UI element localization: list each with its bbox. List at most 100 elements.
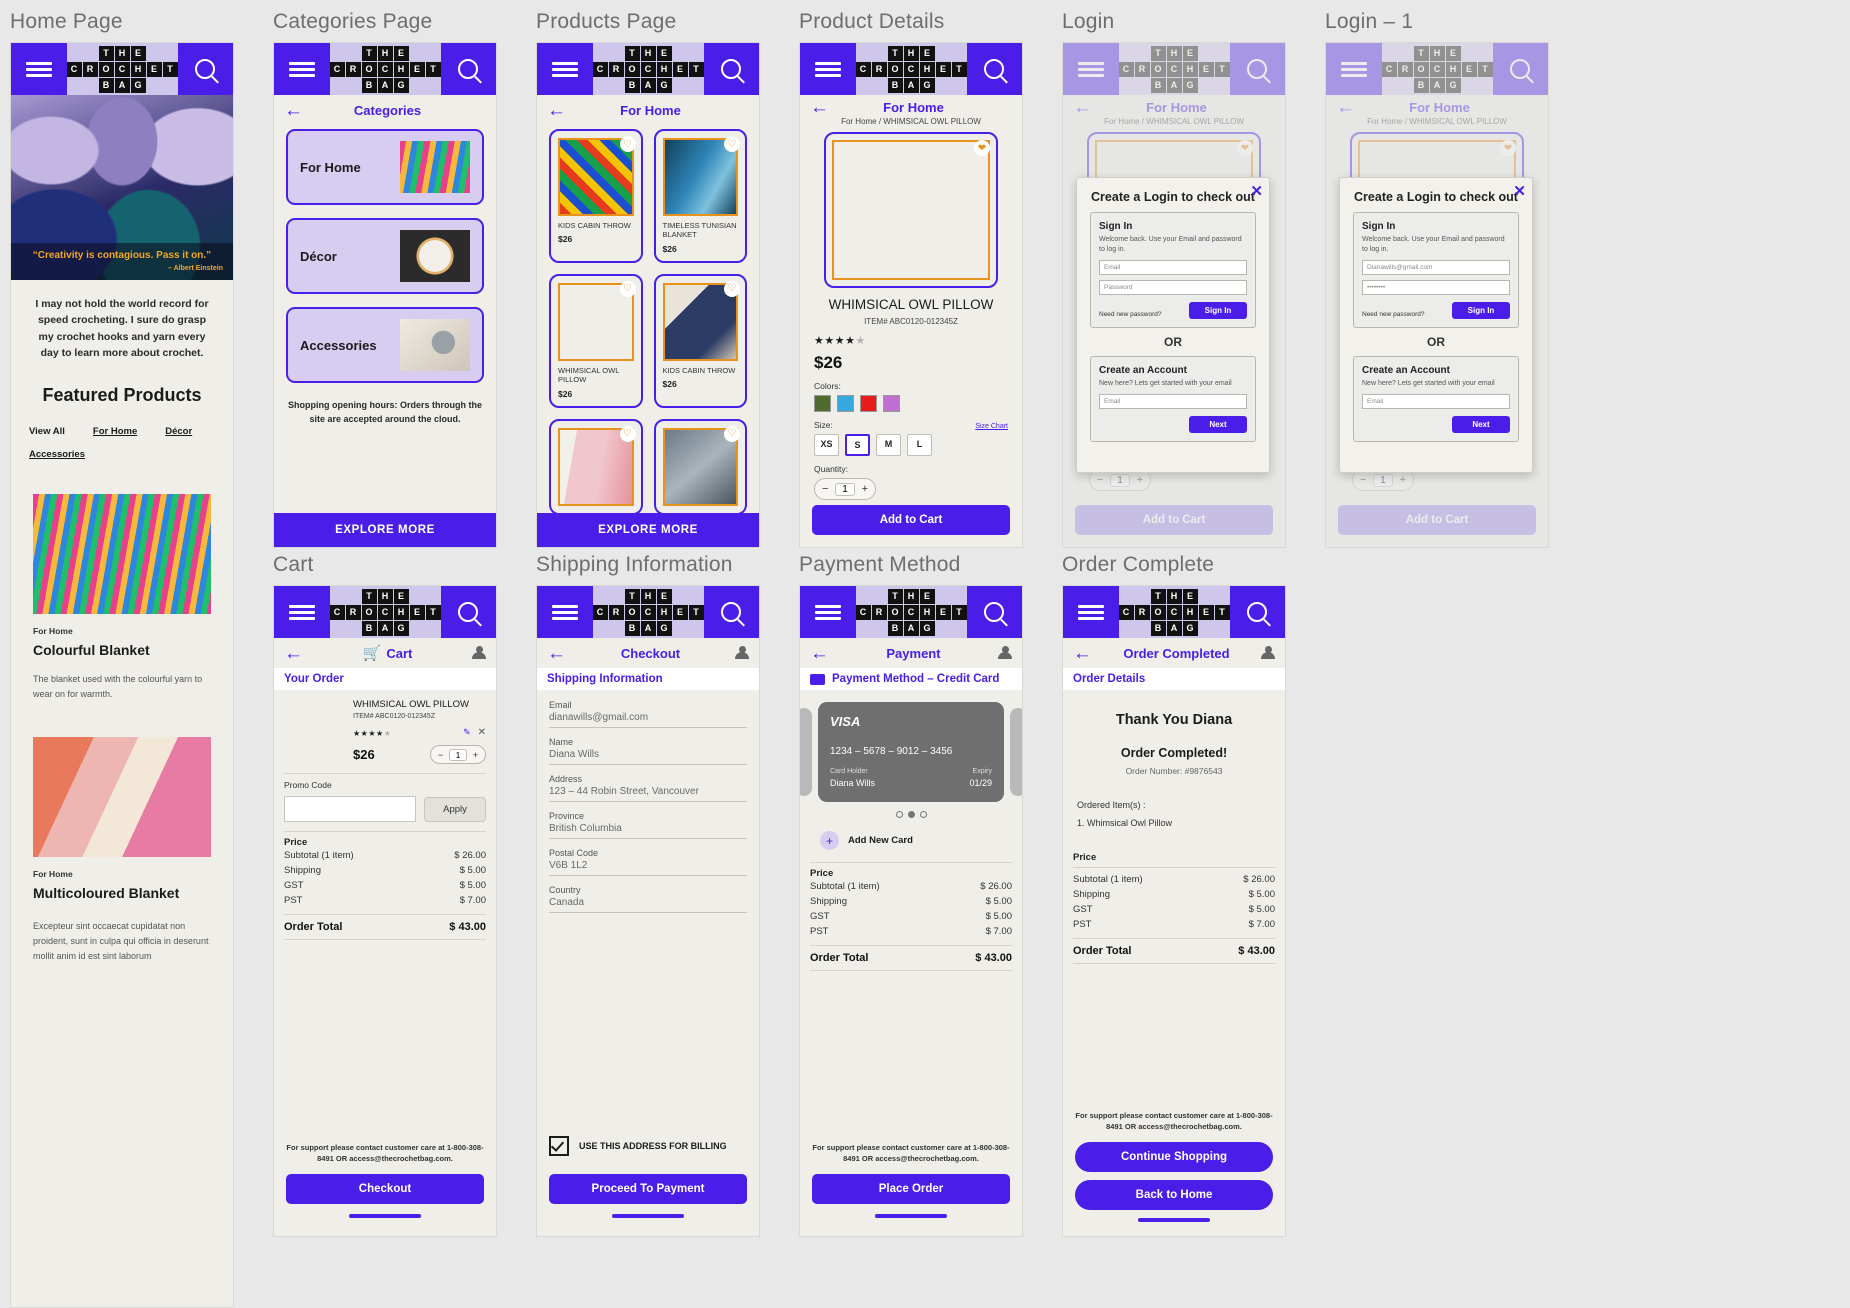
next-button[interactable]: Next: [1452, 416, 1510, 434]
add-to-cart-button[interactable]: Add to Cart: [812, 505, 1010, 535]
quantity-increment[interactable]: +: [862, 483, 868, 495]
favorite-icon[interactable]: ❤: [974, 140, 990, 156]
card-next[interactable]: [1010, 708, 1022, 796]
brand-logo[interactable]: THE CROCHET BAG: [1118, 586, 1230, 638]
need-password-link[interactable]: Need new password?: [1099, 311, 1169, 319]
remove-icon[interactable]: ✕: [478, 727, 486, 738]
product-card[interactable]: ♡ KIDS CABIN THROW $26: [549, 129, 643, 263]
carousel-dot[interactable]: [895, 811, 903, 818]
product-image-colourful-blanket[interactable]: [33, 494, 211, 615]
filter-view-all[interactable]: View All: [29, 426, 65, 437]
account-icon[interactable]: [998, 646, 1012, 660]
quantity-increment[interactable]: +: [473, 750, 478, 760]
next-button[interactable]: Next: [1189, 416, 1247, 434]
field-value-address[interactable]: 123 – 44 Robin Street, Vancouver: [549, 786, 747, 801]
product-card[interactable]: ♡ TIMELESS TUNISIAN BLANKET $26: [653, 129, 747, 263]
place-order-button[interactable]: Place Order: [812, 1174, 1010, 1204]
product-image-multicoloured-blanket[interactable]: [33, 736, 211, 857]
search-icon[interactable]: [703, 43, 759, 95]
back-icon[interactable]: ←: [547, 644, 566, 663]
filter-accessories[interactable]: Accessories: [29, 449, 85, 460]
email-field[interactable]: Email: [1099, 260, 1247, 276]
favorite-icon[interactable]: ♡: [724, 136, 740, 152]
edit-icon[interactable]: ✎: [463, 727, 471, 738]
menu-icon[interactable]: [11, 43, 67, 95]
promo-input[interactable]: [284, 796, 416, 822]
color-swatch-blue[interactable]: [837, 395, 854, 412]
close-icon[interactable]: ✕: [1513, 184, 1526, 199]
email-field[interactable]: Dianawills@gmail.com: [1362, 260, 1510, 276]
field-value-name[interactable]: Diana Wills: [549, 749, 747, 764]
favorite-icon[interactable]: ♡: [619, 425, 636, 442]
quantity-value[interactable]: 1: [448, 748, 468, 761]
category-card-decor[interactable]: Décor: [286, 218, 484, 294]
account-icon[interactable]: [1261, 646, 1275, 660]
back-icon[interactable]: ←: [284, 101, 303, 120]
size-option-l[interactable]: L: [907, 434, 932, 456]
need-password-link[interactable]: Need new password?: [1362, 311, 1432, 319]
brand-logo[interactable]: THE CROCHET BAG: [592, 43, 704, 95]
add-new-card-label[interactable]: Add New Card: [848, 835, 913, 846]
product-card[interactable]: ♡ WHIMSICAL OWL PILLOW $26: [549, 273, 643, 408]
color-swatch-red[interactable]: [860, 395, 877, 412]
brand-logo[interactable]: THE CROCHET BAG: [855, 586, 967, 638]
brand-logo[interactable]: THE CROCHET BAG: [855, 43, 967, 95]
size-option-xs[interactable]: XS: [814, 434, 839, 456]
plus-icon[interactable]: +: [820, 831, 839, 850]
favorite-icon[interactable]: ♡: [619, 136, 636, 152]
field-value-country[interactable]: Canada: [549, 897, 747, 912]
brand-logo[interactable]: THE CROCHET BAG: [592, 586, 704, 638]
quantity-stepper[interactable]: − 1 +: [430, 745, 486, 764]
account-icon[interactable]: [735, 646, 749, 660]
password-field[interactable]: Password: [1099, 280, 1247, 296]
color-swatches[interactable]: [814, 395, 1008, 412]
search-icon[interactable]: [177, 43, 233, 95]
sign-in-button[interactable]: Sign In: [1189, 302, 1247, 320]
category-card-accessories[interactable]: Accessories: [286, 307, 484, 383]
favorite-icon[interactable]: ♡: [619, 280, 636, 297]
carousel-dot-active[interactable]: [907, 811, 915, 818]
menu-icon[interactable]: [800, 586, 856, 638]
continue-shopping-button[interactable]: Continue Shopping: [1075, 1142, 1273, 1172]
product-name[interactable]: Colourful Blanket: [33, 642, 211, 658]
size-option-s[interactable]: S: [845, 434, 870, 456]
apply-button[interactable]: Apply: [424, 796, 486, 822]
card-prev[interactable]: [800, 708, 812, 796]
brand-logo[interactable]: THE CROCHET BAG: [66, 43, 178, 95]
brand-logo[interactable]: THE CROCHET BAG: [329, 586, 441, 638]
size-option-m[interactable]: M: [876, 434, 901, 456]
back-icon[interactable]: ←: [810, 98, 829, 117]
explore-more-button[interactable]: EXPLORE MORE: [537, 513, 759, 547]
explore-more-button[interactable]: EXPLORE MORE: [274, 513, 496, 547]
product-name[interactable]: Multicoloured Blanket: [33, 885, 211, 901]
back-icon[interactable]: ←: [1073, 644, 1092, 663]
credit-card[interactable]: VISA 1234 – 5678 – 9012 – 3456 Card Hold…: [818, 702, 1004, 802]
brand-logo[interactable]: THE CROCHET BAG: [329, 43, 441, 95]
quantity-value[interactable]: 1: [835, 482, 855, 496]
menu-icon[interactable]: [1063, 586, 1119, 638]
search-icon[interactable]: [966, 43, 1022, 95]
back-icon[interactable]: ←: [284, 644, 303, 663]
menu-icon[interactable]: [537, 586, 593, 638]
favorite-icon[interactable]: ♡: [724, 280, 740, 297]
proceed-to-payment-button[interactable]: Proceed To Payment: [549, 1174, 747, 1204]
filter-for-home[interactable]: For Home: [93, 426, 137, 437]
field-value-email[interactable]: dianawills@gmail.com: [549, 712, 747, 727]
quantity-decrement[interactable]: −: [822, 483, 828, 495]
sign-in-button[interactable]: Sign In: [1452, 302, 1510, 320]
menu-icon[interactable]: [537, 43, 593, 95]
search-icon[interactable]: [966, 586, 1022, 638]
filter-decor[interactable]: Décor: [165, 426, 192, 437]
category-card-for-home[interactable]: For Home: [286, 129, 484, 205]
search-icon[interactable]: [440, 43, 496, 95]
search-icon[interactable]: [703, 586, 759, 638]
quantity-stepper[interactable]: − 1 +: [814, 478, 876, 500]
card-carousel-dots[interactable]: [800, 811, 1022, 818]
color-swatch-purple[interactable]: [883, 395, 900, 412]
menu-icon[interactable]: [800, 43, 856, 95]
add-new-card-row[interactable]: + Add New Card: [800, 818, 1022, 850]
field-value-postal-code[interactable]: V6B 1L2: [549, 860, 747, 875]
product-card[interactable]: ♡: [653, 418, 747, 515]
quantity-decrement[interactable]: −: [438, 750, 443, 760]
carousel-dot[interactable]: [919, 811, 927, 818]
